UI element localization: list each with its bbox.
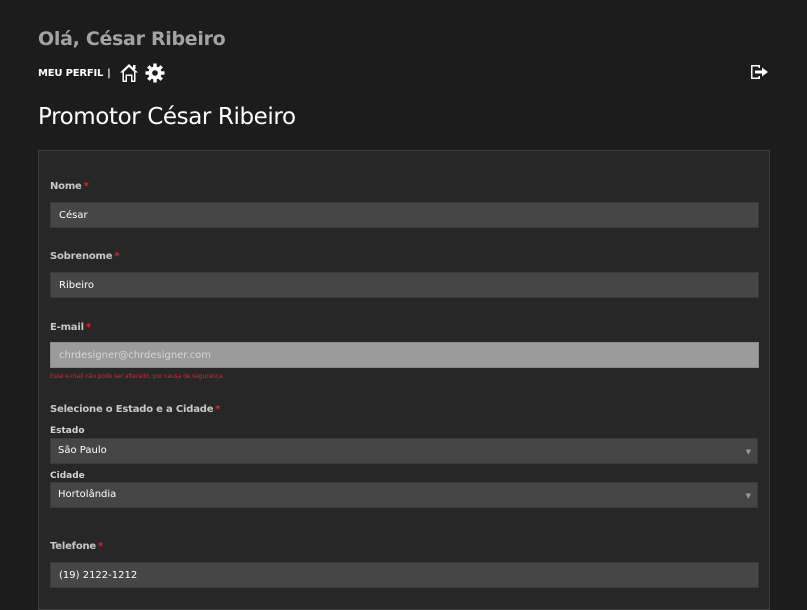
last-name-input[interactable] (50, 272, 759, 298)
my-profile-link[interactable]: MEU PERFIL (38, 68, 103, 79)
phone-input[interactable] (50, 562, 759, 588)
city-label: Cidade (50, 471, 85, 481)
chevron-down-icon: ▼ (745, 448, 751, 456)
profile-form: Nome* Sobrenome* E-mail* Esse e-mail não… (38, 150, 770, 610)
location-label: Selecione o Estado e a Cidade * (50, 404, 221, 415)
gear-icon[interactable] (145, 63, 165, 83)
chevron-down-icon: ▼ (745, 492, 751, 500)
required-marker: * (83, 181, 89, 192)
page-title: Promotor César Ribeiro (38, 104, 296, 130)
city-select-value: Hortolândia (58, 489, 117, 500)
required-marker: * (98, 541, 104, 552)
state-select[interactable]: São Paulo ▼ (50, 438, 758, 464)
phone-label: Telefone * (50, 541, 104, 552)
city-select[interactable]: Hortolândia ▼ (50, 482, 758, 508)
profile-nav: MEU PERFIL | (38, 62, 165, 84)
email-help-text: Esse e-mail não pode ser alterado, por c… (50, 373, 225, 380)
first-name-input[interactable] (50, 202, 759, 228)
required-marker: * (215, 404, 221, 415)
nav-separator: | (107, 67, 111, 79)
last-name-label: Sobrenome * (50, 251, 120, 262)
state-label: Estado (50, 426, 85, 436)
state-select-value: São Paulo (58, 445, 107, 456)
greeting-text: Olá, César Ribeiro (38, 28, 226, 50)
logout-icon[interactable] (749, 63, 769, 81)
first-name-label: Nome * (50, 181, 89, 192)
required-marker: * (85, 322, 91, 333)
email-label: E-mail * (50, 322, 91, 333)
email-input[interactable] (50, 342, 759, 368)
home-icon[interactable] (119, 63, 139, 83)
required-marker: * (114, 251, 120, 262)
